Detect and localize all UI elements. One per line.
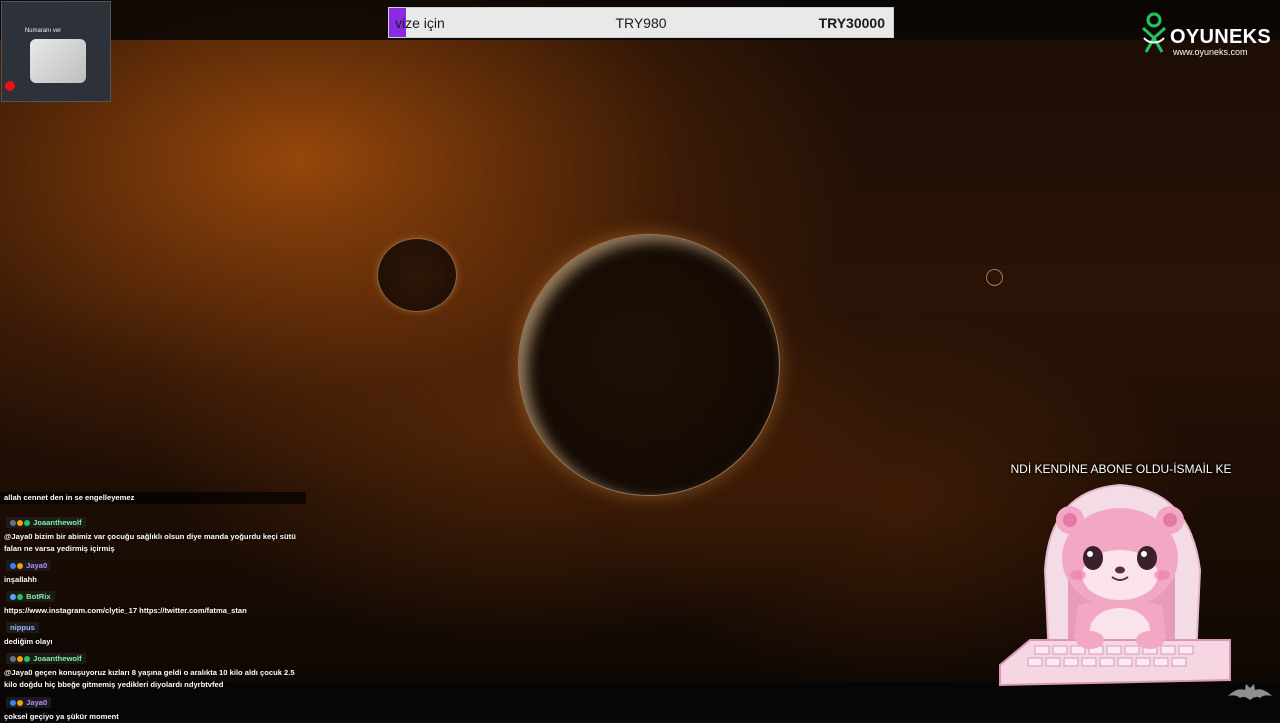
sponsor-logo: OYUNEKS www.oyuneks.com xyxy=(1140,12,1272,58)
webcam-label: Numaranı ver xyxy=(24,28,62,34)
chat-username-text: Joaanthewolf xyxy=(33,654,82,663)
chat-message: Joaanthewolf @Jaya0 bizim bir abimiz var… xyxy=(0,512,306,555)
live-dot-icon xyxy=(5,81,15,91)
chat-username-text: Jaya0 xyxy=(26,561,48,570)
bat-icon xyxy=(1228,684,1272,700)
og-badge-icon xyxy=(24,520,30,526)
chat-username: Joaanthewolf xyxy=(6,653,86,664)
moderator-badge-icon xyxy=(10,520,16,526)
tiny-planet xyxy=(986,269,1003,286)
chat-username: Jaya0 xyxy=(6,697,52,708)
main-planet xyxy=(518,234,780,496)
logo-url: www.oyuneks.com xyxy=(1173,47,1248,57)
chat-message: Jaya0 inşallahh xyxy=(0,555,306,586)
subscriber-badge-icon xyxy=(17,520,23,526)
verified-badge-icon xyxy=(10,700,16,706)
chat-message-text: allah cennet den in se engelleyemez xyxy=(0,492,306,504)
chat-message-text: dediğim olayı xyxy=(4,637,53,646)
chat-message-text: @Jaya0 bizim bir abimiz var çocuğu sağlı… xyxy=(4,532,296,553)
chat-username: Joaanthewolf xyxy=(6,517,86,528)
subscriber-badge-icon xyxy=(17,656,23,662)
chat-message: nippus dediğim olayı xyxy=(0,617,306,648)
moderator-badge-icon xyxy=(10,656,16,662)
chat-username-text: nippus xyxy=(10,623,35,632)
oyuneks-logo-icon xyxy=(1141,12,1167,53)
og-badge-icon xyxy=(24,656,30,662)
chat-username-text: Joaanthewolf xyxy=(33,518,82,527)
otter-mascot-icon xyxy=(999,483,1231,687)
goal-target-amount: TRY30000 xyxy=(818,15,885,31)
small-planet xyxy=(377,238,457,312)
chat-message-text: https://www.instagram.com/clytie_17 http… xyxy=(4,606,247,615)
chat-username: nippus xyxy=(6,622,39,633)
chat-message: allah cennet den in se engelleyemez xyxy=(0,492,306,504)
chat-username: Jaya0 xyxy=(6,560,52,571)
chat-message-text: inşallahh xyxy=(4,575,37,584)
subscriber-badge-icon xyxy=(17,563,23,569)
chat-message-text: @Jaya0 geçen konuşuyoruz kızları 8 yaşın… xyxy=(4,668,295,689)
chat-username-text: BotRix xyxy=(26,592,51,601)
webcam-image xyxy=(30,39,86,83)
webcam-thumbnail: Numaranı ver xyxy=(1,1,111,102)
chat-username: BotRix xyxy=(6,591,55,602)
verified-badge-icon xyxy=(17,594,23,600)
donation-goal-bar: TRY980 vize için TRY30000 xyxy=(388,7,894,38)
bot-badge-icon xyxy=(10,594,16,600)
chat-overlay: allah cennet den in se engelleyemez Joaa… xyxy=(0,488,306,723)
logo-title: OYUNEKS xyxy=(1170,26,1272,48)
verified-badge-icon xyxy=(10,563,16,569)
subscriber-alert-text: NDİ KENDİNE ABONE OLDU-İSMAİL KE xyxy=(1010,462,1232,476)
goal-name: vize için xyxy=(395,15,445,31)
chat-message: BotRix https://www.instagram.com/clytie_… xyxy=(0,586,306,617)
chat-username-text: Jaya0 xyxy=(26,698,48,707)
subscriber-badge-icon xyxy=(17,700,23,706)
goal-current-amount: TRY980 xyxy=(615,15,667,31)
chat-message: Joaanthewolf @Jaya0 geçen konuşuyoruz kı… xyxy=(0,648,306,691)
chat-message: Jaya0 çoksel geçiyo ya şükür moment xyxy=(0,692,306,723)
chat-message-text: çoksel geçiyo ya şükür moment xyxy=(4,712,119,721)
